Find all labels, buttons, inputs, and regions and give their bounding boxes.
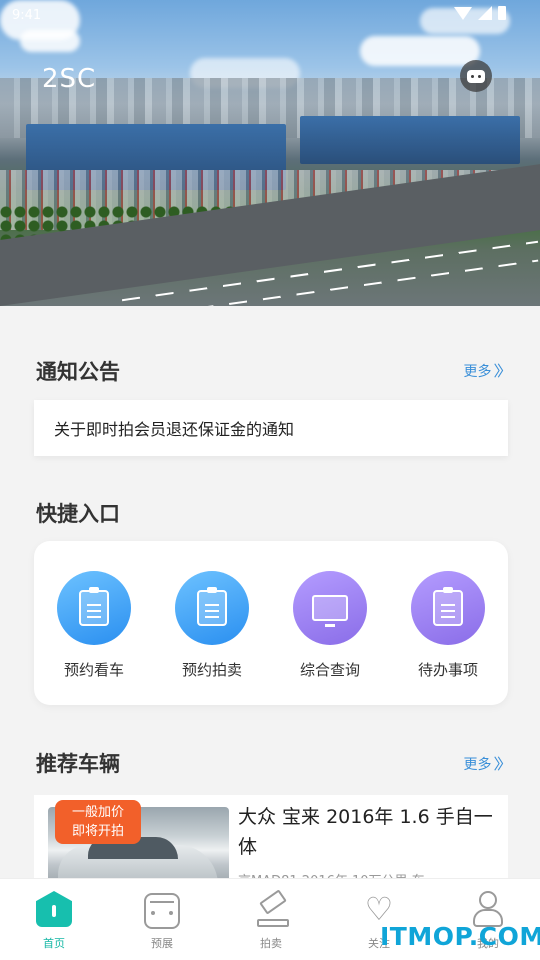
nav-home[interactable]: 首页	[14, 891, 94, 951]
quick-item-view-car[interactable]: 预约看车	[44, 571, 144, 680]
cart-clipboard-icon	[57, 571, 131, 645]
quick-item-search[interactable]: 综合查询	[280, 571, 380, 680]
double-chevron-right-icon: 〉〉	[493, 755, 511, 773]
nav-label: 首页	[43, 937, 65, 950]
wifi-icon	[454, 6, 472, 20]
battery-icon	[498, 6, 506, 20]
auction-status-badge: 一般加价 即将开拍	[55, 800, 141, 844]
home-icon	[36, 891, 72, 927]
nav-auction[interactable]: 拍卖	[231, 891, 311, 951]
nav-label: 拍卖	[260, 937, 282, 950]
car-title: 大众 宝来 2016年 1.6 手自一体	[238, 806, 493, 858]
quick-entry-title: 快捷入口	[36, 502, 120, 526]
notice-more-label: 更多	[463, 363, 492, 380]
message-button[interactable]	[460, 60, 492, 92]
notice-item-text: 关于即时拍会员退还保证金的通知	[54, 420, 295, 439]
gavel-icon	[253, 891, 289, 927]
quick-item-label: 待办事项	[417, 661, 478, 679]
nav-preview[interactable]: 预展	[122, 891, 202, 951]
notice-more-link[interactable]: 更多 〉〉	[463, 360, 511, 381]
recommended-more-link[interactable]: 更多 〉〉	[463, 753, 511, 774]
status-icons	[454, 6, 506, 20]
quick-item-label: 预约拍卖	[181, 661, 242, 679]
notice-section-title: 通知公告	[36, 360, 120, 384]
recommended-more-label: 更多	[463, 756, 492, 773]
quick-item-label: 预约看车	[63, 661, 124, 679]
signal-icon	[478, 6, 492, 20]
quick-item-label: 综合查询	[299, 661, 360, 679]
monitor-search-icon	[293, 571, 367, 645]
double-chevron-right-icon: 〉〉	[493, 362, 511, 380]
quick-entry-card: 预约看车 预约拍卖 综合查询 待办事项	[34, 541, 508, 705]
notice-item[interactable]: 关于即时拍会员退还保证金的通知	[34, 400, 508, 456]
recommended-section-title: 推荐车辆	[36, 752, 120, 776]
watermark: ITMOP.COM	[380, 922, 540, 951]
chat-bubble-icon	[467, 69, 485, 83]
status-time: 9:41	[12, 8, 42, 23]
hero-banner-image	[0, 0, 540, 306]
auction-clipboard-icon	[175, 571, 249, 645]
badge-line-2: 即将开拍	[71, 824, 124, 839]
brand-logo: 2SC	[42, 64, 97, 94]
quick-item-book-auction[interactable]: 预约拍卖	[162, 571, 262, 680]
badge-line-1: 一般加价	[71, 805, 124, 820]
todo-clipboard-icon	[411, 571, 485, 645]
car-icon	[144, 893, 180, 929]
nav-label: 预展	[151, 937, 173, 950]
quick-item-todo[interactable]: 待办事项	[398, 571, 498, 680]
